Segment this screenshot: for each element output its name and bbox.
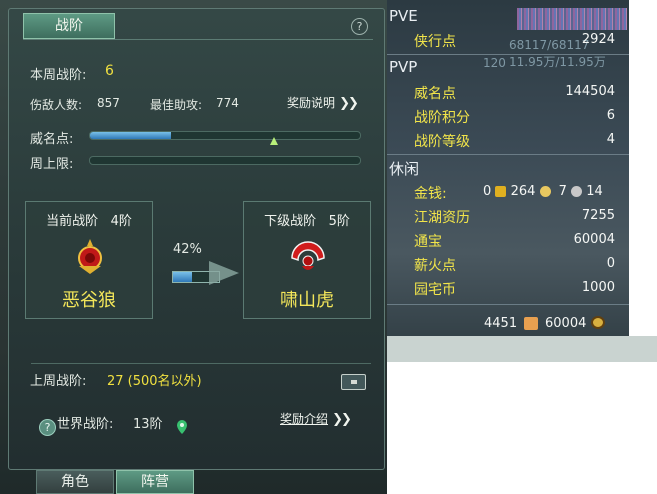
next-rank-title: 下级战阶: [264, 214, 317, 229]
tab-character[interactable]: 角色: [36, 470, 114, 494]
reward-intro-link[interactable]: 奖励介绍 ❯❯: [280, 410, 352, 427]
gold-ingot-icon: [495, 186, 507, 197]
weekly-cap-label: 周上限:: [30, 157, 74, 172]
leisure-section-title: 休闲: [389, 160, 420, 178]
colored-buff-strip: [517, 8, 627, 30]
current-rank-title: 当前战阶: [46, 214, 99, 229]
level-readout: 120: [483, 56, 506, 70]
current-rank-tier: 4阶: [110, 214, 132, 229]
fame-bar-fill: [90, 132, 171, 139]
progress-percent: 42%: [173, 242, 202, 257]
weekly-cap-bar: [89, 156, 361, 165]
chevron-right-icon: ❯❯: [339, 96, 359, 111]
current-rank-header: 当前战阶 4阶: [26, 210, 152, 229]
copper-value: 7: [558, 184, 567, 199]
last-week-label: 上周战阶:: [30, 374, 87, 389]
fame-bar: [89, 131, 361, 140]
location-pin-icon[interactable]: [177, 420, 187, 434]
hp-readout: 68117/68117: [509, 38, 590, 52]
next-rank-box: 下级战阶 5阶 啸山虎: [243, 201, 371, 319]
section-separator: [387, 304, 629, 305]
jianghu-value: 7255: [581, 208, 615, 223]
fame-points-value: 144504: [565, 84, 615, 99]
mp-readout: 11.95万/11.95万: [509, 55, 606, 69]
tongbao-value: 60004: [573, 232, 615, 247]
pvp-section-title: PVP: [389, 58, 418, 76]
chevron-right-icon: ❯❯: [332, 412, 352, 427]
enemies-label: 伤敌人数:: [30, 98, 83, 112]
pve-section-title: PVE: [389, 7, 418, 25]
chest-icon[interactable]: [341, 374, 366, 390]
rank-score-label: 战阶积分: [414, 110, 470, 126]
current-rank-name: 恶谷狼: [62, 290, 116, 311]
bottom-right-value: 60004: [545, 316, 587, 331]
currency-panel: 68117/68117 11.95万/11.95万 120 PVE 侠行点 29…: [387, 0, 629, 336]
last-week-value: 27 (500名以外): [107, 374, 202, 389]
panel-title-tab[interactable]: 战阶: [23, 13, 115, 39]
rank-score-value: 6: [606, 108, 615, 123]
other-value: 14: [586, 184, 603, 199]
question-icon[interactable]: ?: [39, 419, 56, 436]
battle-rank-panel: 战阶 ? 本周战阶: 6 伤敌人数: 857 最佳助攻: 774 奖励说明 ❯❯…: [8, 8, 385, 470]
home-coin-label: 园宅币: [414, 282, 456, 298]
home-coin-value: 1000: [581, 280, 615, 295]
fame-label: 威名点:: [30, 132, 74, 147]
rank-progress-fill: [173, 272, 193, 282]
world-rank-value: 13阶: [133, 417, 163, 432]
tongbao-label: 通宝: [414, 234, 442, 250]
world-rank-label: 世界战阶:: [57, 417, 114, 432]
tiger-emblem-icon: [291, 241, 325, 270]
assist-value: 774: [216, 96, 239, 110]
section-separator: [387, 54, 629, 55]
copper-ingot-icon: [571, 186, 583, 197]
next-rank-name: 啸山虎: [280, 290, 334, 311]
xinhuo-value: 0: [606, 256, 615, 271]
section-separator: [387, 154, 629, 155]
jianghu-label: 江湖资历: [414, 210, 470, 226]
rank-level-value: 4: [606, 132, 615, 147]
fame-points-label: 威名点: [414, 86, 456, 102]
arrow-right-icon: [209, 261, 239, 285]
tab-faction[interactable]: 阵营: [116, 470, 194, 494]
weekly-rank-label: 本周战阶:: [30, 68, 87, 83]
title-divider: [23, 39, 373, 40]
section-divider: [31, 363, 371, 364]
money-label: 金钱:: [414, 186, 447, 202]
assist-label: 最佳助攻:: [150, 98, 203, 112]
rank-level-label: 战阶等级: [414, 134, 470, 150]
xinhuo-label: 薪火点: [414, 258, 456, 274]
wolf-emblem-icon: [78, 239, 102, 274]
enemies-value: 857: [97, 96, 120, 110]
hud-strip: [387, 336, 657, 362]
gold-value: 0: [483, 184, 492, 199]
bottom-left-value: 4451: [484, 316, 518, 331]
reward-info-label: 奖励说明: [287, 96, 336, 110]
boot-icon: [524, 317, 538, 330]
coin-icon: [591, 316, 605, 329]
pve-row-value: 2924: [581, 32, 615, 47]
silver-ingot-icon: [539, 186, 551, 197]
current-rank-box: 当前战阶 4阶 恶谷狼: [25, 201, 153, 319]
next-rank-header: 下级战阶 5阶: [244, 210, 370, 229]
weekly-rank-value: 6: [105, 63, 114, 79]
reward-intro-label: 奖励介绍: [280, 412, 329, 426]
silver-value: 264: [510, 184, 536, 199]
pve-row-label: 侠行点: [414, 34, 456, 50]
reward-info-link[interactable]: 奖励说明 ❯❯: [287, 94, 359, 111]
fame-marker-icon: [269, 137, 278, 145]
next-rank-tier: 5阶: [328, 214, 350, 229]
help-icon[interactable]: ?: [351, 18, 368, 35]
money-values: 0 264 7 14: [483, 184, 603, 199]
